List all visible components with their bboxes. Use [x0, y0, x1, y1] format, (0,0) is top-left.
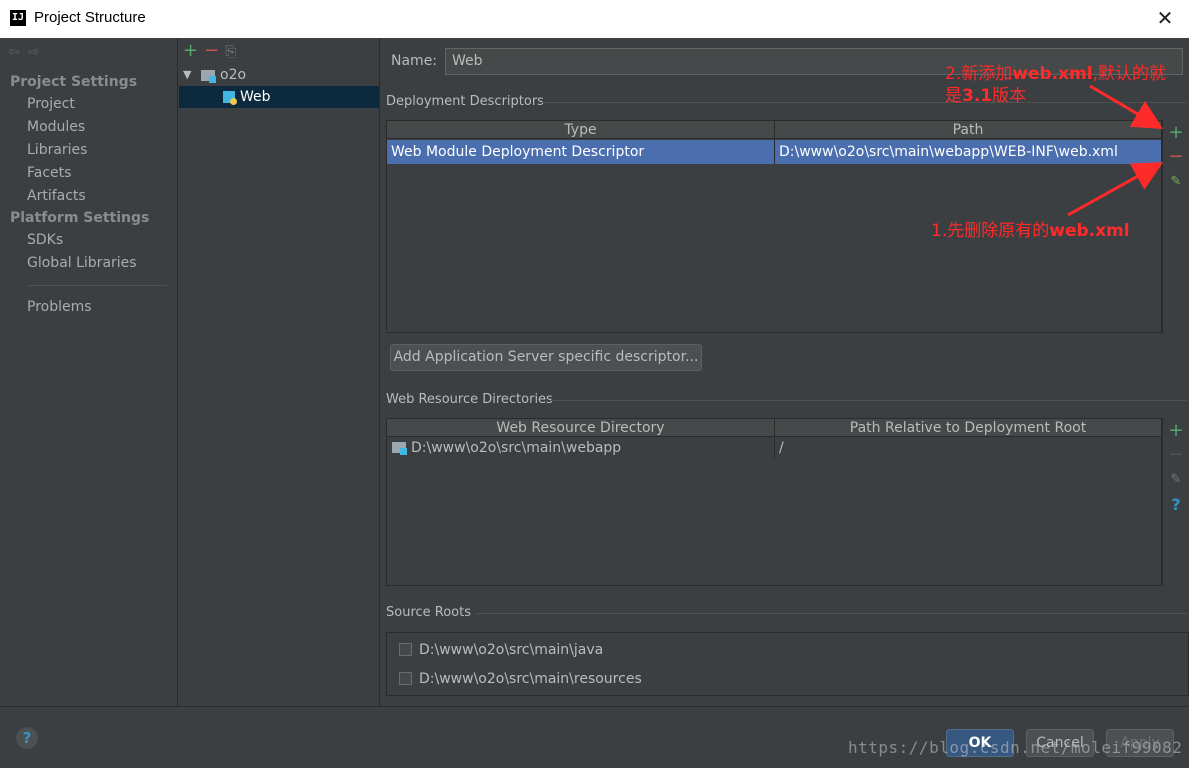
descriptor-toolbar: + − ✎	[1162, 120, 1188, 333]
group-separator	[475, 613, 1187, 614]
help-button[interactable]: ?	[16, 727, 38, 749]
resource-relative-cell: /	[779, 440, 784, 456]
help-icon[interactable]: ?	[1167, 496, 1185, 514]
add-icon[interactable]: +	[183, 40, 198, 61]
table-header: Web Resource Directory Path Relative to …	[387, 419, 1161, 437]
source-root-label: D:\www\o2o\src\main\resources	[419, 671, 642, 687]
add-descriptor-icon[interactable]: +	[1167, 124, 1185, 142]
resource-directory-cell: D:\www\o2o\src\main\webapp	[387, 438, 775, 458]
sidebar-item-problems[interactable]: Problems	[27, 299, 92, 315]
tree-node-module[interactable]: ▼ o2o	[179, 64, 379, 86]
tree-node-module-label: o2o	[220, 67, 247, 83]
back-arrow-icon[interactable]: ⇦	[8, 44, 20, 60]
tree-node-web-label: Web	[240, 89, 271, 105]
add-resource-icon[interactable]: +	[1167, 422, 1185, 440]
close-icon[interactable]: ✕	[1155, 8, 1175, 28]
intellij-logo-icon: IJ	[10, 10, 26, 26]
sidebar-item-libraries[interactable]: Libraries	[27, 142, 87, 158]
web-facet-icon	[223, 91, 237, 105]
descriptor-type-cell: Web Module Deployment Descriptor	[387, 140, 775, 164]
source-root-label: D:\www\o2o\src\main\java	[419, 642, 604, 658]
descriptor-path-cell: D:\www\o2o\src\main\webapp\WEB-INF\web.x…	[779, 144, 1118, 160]
window-title: Project Structure	[34, 9, 146, 26]
edit-descriptor-icon[interactable]: ✎	[1167, 173, 1185, 191]
add-server-descriptor-button[interactable]: Add Application Server specific descript…	[390, 344, 702, 371]
remove-icon[interactable]: −	[204, 40, 219, 61]
group-separator	[551, 400, 1187, 401]
sidebar-item-artifacts[interactable]: Artifacts	[27, 188, 86, 204]
sidebar-divider	[27, 285, 167, 286]
copy-icon[interactable]: ⎘	[225, 44, 236, 60]
module-folder-icon	[201, 70, 216, 83]
settings-sidebar: ⇦ ⇨ Project Settings Project Modules Libr…	[0, 38, 178, 706]
resource-directory-text: D:\www\o2o\src\main\webapp	[411, 440, 622, 456]
deployment-descriptors-heading: Deployment Descriptors	[386, 94, 544, 109]
source-root-checkbox[interactable]	[399, 643, 412, 656]
column-header-web-resource-directory[interactable]: Web Resource Directory	[387, 419, 775, 437]
platform-settings-heading: Platform Settings	[10, 210, 150, 226]
module-tree-panel: + − ⎘ ▼ o2o Web	[179, 38, 380, 706]
web-resource-directories-heading: Web Resource Directories	[386, 392, 553, 407]
expand-caret-icon[interactable]: ▼	[183, 64, 191, 86]
remove-resource-icon[interactable]: −	[1167, 446, 1185, 464]
table-header: Type Path	[387, 121, 1161, 139]
column-header-type[interactable]: Type	[387, 121, 775, 139]
column-header-path[interactable]: Path	[775, 121, 1161, 139]
sidebar-item-global-libraries[interactable]: Global Libraries	[27, 255, 137, 271]
remove-descriptor-icon[interactable]: −	[1167, 148, 1185, 166]
source-roots-list: D:\www\o2o\src\main\java D:\www\o2o\src\…	[386, 632, 1189, 696]
name-label: Name:	[391, 53, 438, 69]
resource-toolbar: + − ✎ ?	[1162, 418, 1188, 586]
dialog-footer: ? OK Cancel Apply	[0, 706, 1189, 768]
tree-toolbar: + − ⎘	[183, 40, 236, 61]
title-bar: IJ Project Structure ✕	[0, 0, 1189, 38]
table-row[interactable]: Web Module Deployment Descriptor D:\www\…	[387, 140, 1161, 164]
watermark: https://blog.csdn.net/moleif99082	[848, 738, 1183, 757]
sidebar-item-sdks[interactable]: SDKs	[27, 232, 63, 248]
annotation-step-1: 1.先删除原有的web.xml	[931, 221, 1130, 241]
annotation-step-2: 2.新添加web.xml,默认的就 是3.1版本	[945, 64, 1167, 106]
sidebar-item-project[interactable]: Project	[27, 96, 75, 112]
column-header-relative-path[interactable]: Path Relative to Deployment Root	[775, 419, 1161, 437]
folder-icon	[392, 442, 407, 455]
tree-node-web-facet[interactable]: Web	[179, 86, 379, 108]
source-root-checkbox[interactable]	[399, 672, 412, 685]
facet-settings: Name: Web Deployment Descriptors Type Pa…	[381, 38, 1189, 706]
history-navigation: ⇦ ⇨	[8, 44, 47, 60]
edit-resource-icon[interactable]: ✎	[1167, 471, 1185, 489]
forward-arrow-icon[interactable]: ⇨	[28, 44, 40, 60]
web-resource-table: Web Resource Directory Path Relative to …	[386, 418, 1162, 586]
table-row[interactable]: D:\www\o2o\src\main\webapp /	[387, 438, 1161, 458]
project-settings-heading: Project Settings	[10, 74, 138, 90]
sidebar-item-facets[interactable]: Facets	[27, 165, 71, 181]
source-roots-heading: Source Roots	[386, 605, 472, 620]
sidebar-item-modules[interactable]: Modules	[27, 119, 85, 135]
